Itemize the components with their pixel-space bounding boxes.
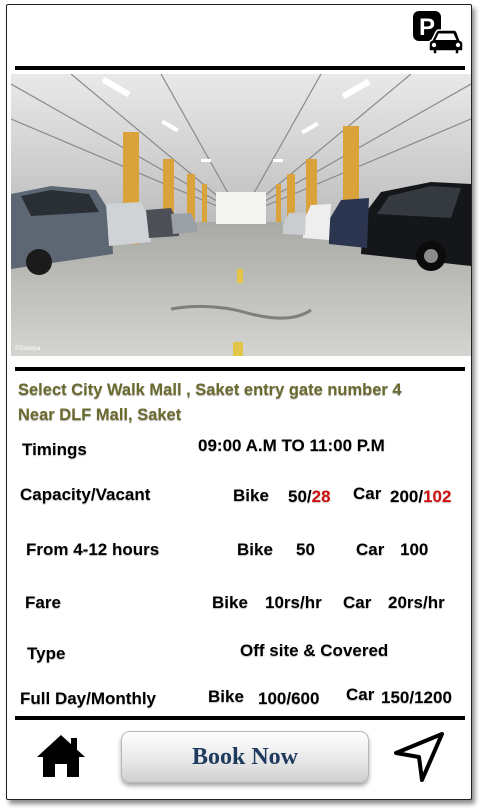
timings-value: 09:00 A.M TO 11:00 P.M	[198, 436, 385, 455]
address-line-2: Near DLF Mall, Saket	[18, 406, 182, 424]
fare-car-label: Car	[343, 593, 372, 612]
parking-lot-photo: ©Sebepa	[11, 74, 471, 356]
divider-photo	[15, 367, 465, 371]
fullday-car-label: Car	[346, 685, 375, 704]
hours-label: From 4-12 hours	[26, 540, 160, 559]
parking-car-icon: P	[413, 11, 464, 55]
fare-car-value: 20rs/hr	[388, 593, 445, 612]
fare-bike-label: Bike	[212, 593, 248, 612]
hours-bike-label: Bike	[237, 540, 273, 559]
capacity-car-total: 200/	[390, 487, 424, 506]
capacity-car-vacant: 102	[423, 487, 452, 506]
type-label: Type	[27, 644, 66, 663]
type-value: Off site & Covered	[240, 641, 389, 660]
hours-car-value: 100	[400, 540, 429, 559]
home-icon[interactable]	[36, 733, 86, 779]
capacity-bike-label: Bike	[233, 486, 269, 505]
fullday-bike-value: 100/600	[258, 689, 320, 708]
capacity-car-label: Car	[353, 484, 382, 503]
address-line-1: Select City Walk Mall , Saket entry gate…	[18, 381, 402, 399]
capacity-bike-total: 50/	[288, 487, 312, 506]
hours-car-label: Car	[356, 540, 385, 559]
navigation-arrow-icon[interactable]	[393, 731, 445, 783]
book-now-button[interactable]: Book Now	[121, 731, 369, 783]
capacity-bike-value: 50/28	[288, 487, 331, 507]
fullday-label: Full Day/Monthly	[20, 689, 156, 708]
divider-bottom	[15, 716, 465, 720]
hours-bike-value: 50	[296, 540, 315, 559]
svg-text:P: P	[419, 14, 435, 41]
fullday-bike-label: Bike	[208, 687, 244, 706]
capacity-bike-vacant: 28	[311, 487, 331, 506]
capacity-car-value: 200/102	[390, 487, 451, 507]
fare-bike-value: 10rs/hr	[265, 593, 322, 612]
photo-credit: ©Sebepa	[15, 345, 41, 352]
parking-address: Select City Walk Mall , Saket entry gate…	[18, 378, 473, 428]
timings-label: Timings	[22, 440, 87, 459]
fullday-car-value: 150/1200	[381, 688, 452, 707]
fare-label: Fare	[25, 593, 61, 612]
divider-top	[15, 66, 465, 70]
capacity-label: Capacity/Vacant	[20, 485, 151, 504]
